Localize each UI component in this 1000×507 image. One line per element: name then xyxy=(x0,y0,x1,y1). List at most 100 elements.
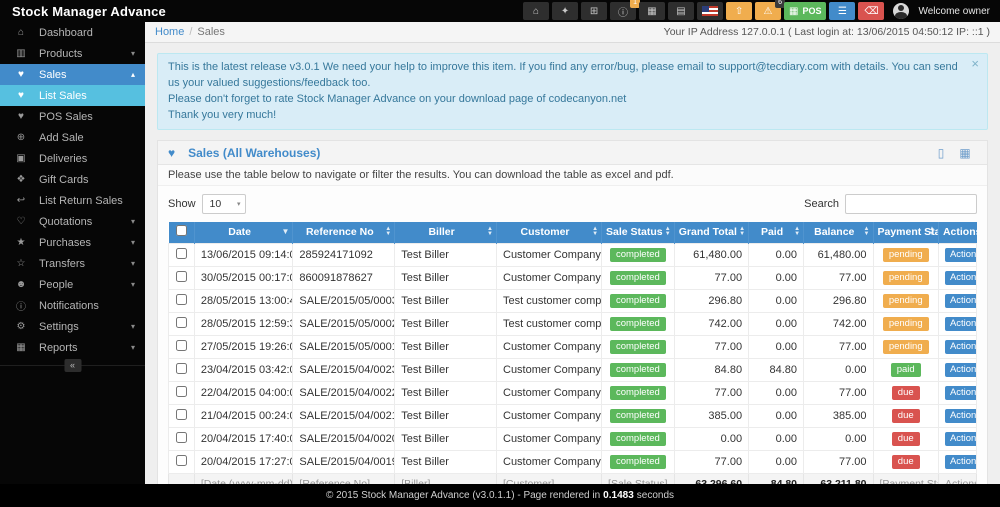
column-header[interactable]: Sale Status xyxy=(602,222,675,243)
column-header[interactable]: Grand Total xyxy=(674,222,748,243)
sidebar-item-notifications[interactable]: ⓘ Notifications xyxy=(0,295,145,316)
actions-button[interactable]: Actions▾ xyxy=(945,409,977,423)
select-all-checkbox[interactable] xyxy=(176,225,187,236)
sidebar-item-products[interactable]: ▥ Products ▾ xyxy=(0,43,145,64)
cell-select xyxy=(169,358,195,381)
row-checkbox[interactable] xyxy=(176,294,187,305)
sidebar-item-deliveries[interactable]: ▣ Deliveries xyxy=(0,148,145,169)
export-file-icon[interactable]: ▯ xyxy=(929,146,953,160)
user-avatar[interactable] xyxy=(893,3,909,19)
row-checkbox[interactable] xyxy=(176,409,187,420)
row-checkbox[interactable] xyxy=(176,248,187,259)
sidebar-item-quotations[interactable]: ♡ Quotations ▾ xyxy=(0,211,145,232)
column-header[interactable]: Customer xyxy=(497,222,602,243)
sidebar-item-dashboard[interactable]: ⌂ Dashboard xyxy=(0,22,145,43)
sidebar-item-add-sale[interactable]: ⊕ Add Sale xyxy=(0,127,145,148)
topbar-button-pos[interactable]: ▦ POS xyxy=(784,2,826,20)
sidebar-item-settings[interactable]: ⚙ Settings ▾ xyxy=(0,316,145,337)
topbar-button-connections[interactable]: ✦ xyxy=(552,2,578,20)
footer-payment-status-filter[interactable]: [Payment Status] xyxy=(873,473,938,484)
sale-status-badge: completed xyxy=(610,363,666,377)
column-header[interactable]: Payment Status xyxy=(873,222,938,243)
sale-status-badge: completed xyxy=(610,455,666,469)
topbar-button-list[interactable]: ☰ xyxy=(829,2,855,20)
sidebar-item-gift-cards[interactable]: ❖ Gift Cards xyxy=(0,169,145,190)
footer-date-filter[interactable]: [Date (yyyy-mm-dd)] xyxy=(194,473,293,484)
row-checkbox[interactable] xyxy=(176,271,187,282)
sidebar-item-label: List Sales xyxy=(39,90,145,102)
topbar-button-info[interactable]: ⓘ 1 xyxy=(610,2,636,20)
actions-button[interactable]: Actions▾ xyxy=(945,294,977,308)
payment-status-badge: pending xyxy=(883,294,929,308)
footer-sale-status-filter[interactable]: [Sale Status] xyxy=(602,473,675,484)
topbar-button-clear[interactable]: ⌫ xyxy=(858,2,884,20)
row-checkbox[interactable] xyxy=(176,455,187,466)
topbar-button-calculator[interactable]: ⊞ xyxy=(581,2,607,20)
table-columns-icon[interactable]: ▦ xyxy=(953,146,977,160)
cell-biller: Test Biller xyxy=(395,266,497,289)
topbar-button-home[interactable]: ⌂ xyxy=(523,2,549,20)
sidebar-item-list-return-sales[interactable]: ↩ List Return Sales xyxy=(0,190,145,211)
row-checkbox[interactable] xyxy=(176,340,187,351)
footer-customer-filter[interactable]: [Customer] xyxy=(497,473,602,484)
sale-status-badge: completed xyxy=(610,271,666,285)
cell-paid: 0.00 xyxy=(749,243,804,266)
barcode-icon: ▥ xyxy=(13,48,29,59)
topbar-dark-buttons: ⌂ ✦ ⊞ ⓘ 1 ▦ ▤ xyxy=(523,2,694,20)
topbar-button-upload[interactable]: ⇧ xyxy=(726,2,752,20)
cell-payment-status: due xyxy=(873,450,938,473)
sort-icon xyxy=(794,227,800,237)
actions-button[interactable]: Actions▾ xyxy=(945,248,977,262)
language-flag-icon xyxy=(702,6,718,16)
show-entries-select[interactable]: 10 ▾ xyxy=(202,194,246,214)
footer-biller-filter[interactable]: [Biller] xyxy=(395,473,497,484)
column-header[interactable]: Biller xyxy=(395,222,497,243)
table-row: 28/05/2015 12:59:35 SALE/2015/05/0002 Te… xyxy=(169,312,977,335)
row-checkbox[interactable] xyxy=(176,317,187,328)
topbar-button-calendar[interactable]: ▦ xyxy=(639,2,665,20)
welcome-text[interactable]: Welcome owner xyxy=(918,6,990,17)
actions-button[interactable]: Actions▾ xyxy=(945,340,977,354)
actions-button[interactable]: Actions▾ xyxy=(945,363,977,377)
topbar-button-documents[interactable]: ▤ xyxy=(668,2,694,20)
sidebar-item-purchases[interactable]: ★ Purchases ▾ xyxy=(0,232,145,253)
row-checkbox[interactable] xyxy=(176,432,187,443)
topbar-button-language[interactable] xyxy=(697,2,723,20)
breadcrumb-home-link[interactable]: Home xyxy=(155,26,184,38)
sidebar-item-pos-sales[interactable]: ♥ POS Sales xyxy=(0,106,145,127)
search-input[interactable] xyxy=(845,194,977,214)
cell-balance: 296.80 xyxy=(804,289,873,312)
column-header[interactable]: Paid xyxy=(749,222,804,243)
cell-customer: Test customer company xyxy=(497,289,602,312)
column-header[interactable]: Reference No xyxy=(293,222,395,243)
cell-balance: 77.00 xyxy=(804,450,873,473)
alert-close-icon[interactable]: × xyxy=(971,56,979,72)
row-checkbox[interactable] xyxy=(176,386,187,397)
cell-balance: 77.00 xyxy=(804,266,873,289)
cell-select xyxy=(169,266,195,289)
column-header[interactable]: Balance xyxy=(804,222,873,243)
sidebar-item-list-sales[interactable]: ♥ List Sales xyxy=(0,85,145,106)
actions-button[interactable]: Actions▾ xyxy=(945,455,977,469)
topbar-button-warnings[interactable]: ⚠ 6 xyxy=(755,2,781,20)
column-header[interactable]: Date xyxy=(194,222,293,243)
row-checkbox[interactable] xyxy=(176,363,187,374)
sidebar-item-reports[interactable]: ▦ Reports ▾ xyxy=(0,337,145,358)
column-header[interactable]: Actions xyxy=(938,222,976,243)
cell-actions: Actions▾ xyxy=(938,243,976,266)
sidebar-item-label: Settings xyxy=(39,321,131,333)
actions-button[interactable]: Actions▾ xyxy=(945,317,977,331)
actions-button[interactable]: Actions▾ xyxy=(945,432,977,446)
cell-customer: Test customer company 5 xyxy=(497,312,602,335)
actions-button[interactable]: Actions▾ xyxy=(945,386,977,400)
cell-select xyxy=(169,335,195,358)
sidebar-item-people[interactable]: ☻ People ▾ xyxy=(0,274,145,295)
footer-reference-filter[interactable]: [Reference No] xyxy=(293,473,395,484)
cell-biller: Test Biller xyxy=(395,427,497,450)
cell-grand-total: 77.00 xyxy=(674,266,748,289)
sidebar-item-sales[interactable]: ♥ Sales ▴ xyxy=(0,64,145,85)
sidebar-item-transfers[interactable]: ☆ Transfers ▾ xyxy=(0,253,145,274)
cell-date: 20/04/2015 17:40:00 xyxy=(194,427,293,450)
actions-button[interactable]: Actions▾ xyxy=(945,271,977,285)
sidebar-collapse-button[interactable]: « xyxy=(64,359,81,372)
